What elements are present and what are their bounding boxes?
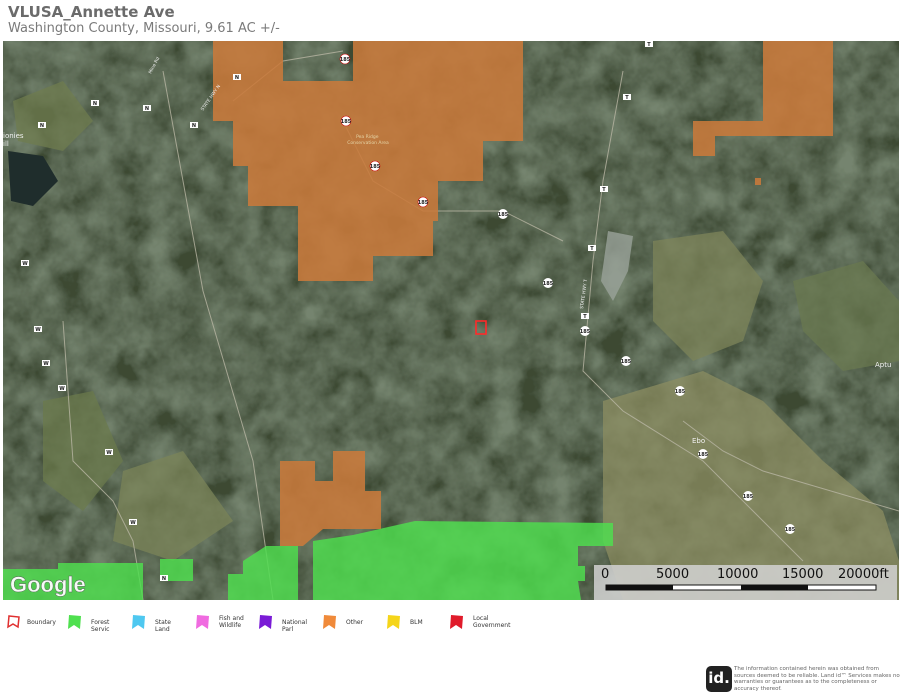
forest-parcel-tiny [578,566,585,581]
svg-text:185: 185 [621,359,632,365]
legend-label-other: Other [346,619,364,626]
land-id-logo: id. [706,666,732,692]
scale-ruler [605,584,877,591]
svg-text:N: N [235,75,239,81]
label-ionies-line2: ill [3,140,9,148]
shield-t-2: T [623,94,631,101]
svg-text:T: T [590,246,594,252]
map-canvas[interactable]: Pea Ridge Conservation Area Ebo Aptu ion… [3,41,899,600]
svg-text:185: 185 [675,389,686,395]
shield-t-5: T [581,313,589,320]
shield-w-2: W [34,326,42,333]
map-legend: Boundary Forest Servic State Land Fish a… [6,612,566,636]
svg-text:185: 185 [498,212,509,218]
shield-n-2: N [91,100,99,107]
national-park-swatch-icon [259,615,272,629]
shield-n-5: N [190,122,198,129]
local-government-swatch-icon [450,615,463,629]
shield-w-6: W [129,519,137,526]
svg-text:185: 185 [340,57,351,63]
legend-label-local-government: Local Government [473,615,511,629]
shield-w-5: W [105,449,113,456]
shield-w-1: W [21,260,29,267]
satellite-map[interactable]: Pea Ridge Conservation Area Ebo Aptu ion… [3,41,899,600]
svg-text:W: W [35,327,41,333]
shield-n-3: N [143,105,151,112]
svg-text:W: W [43,361,49,367]
svg-text:185: 185 [785,527,796,533]
svg-text:185: 185 [341,119,352,125]
fish-wildlife-swatch-icon [196,615,209,629]
svg-text:T: T [647,42,651,48]
shield-w-4: W [58,385,66,392]
scale-bar: 0 5000 10000 15000 20000ft [594,565,897,600]
svg-text:W: W [59,386,65,392]
label-pea-ridge-line2: Conservation Area [347,140,389,146]
legend-label-forest: Forest Servic [91,619,110,633]
svg-text:W: W [130,520,136,526]
svg-text:N: N [192,123,196,129]
label-ebo: Ebo [692,437,705,445]
label-aptu: Aptu [875,361,891,369]
footer: id. The information contained herein was… [706,666,900,694]
shield-n-6: N [160,575,168,582]
shield-n-4: N [38,122,46,129]
disclaimer-text: The information contained herein was obt… [734,666,900,692]
forest-swatch-icon [68,615,81,629]
shield-t-3: T [600,186,608,193]
blm-swatch-icon [387,615,400,629]
svg-text:N: N [40,123,44,129]
svg-text:185: 185 [370,164,381,170]
legend-label-blm: BLM [410,619,423,626]
svg-text:185: 185 [580,329,591,335]
legend-label-national-park: National Parl [282,619,308,633]
svg-text:T: T [625,95,629,101]
svg-text:W: W [106,450,112,456]
legend-label-boundary: Boundary [27,619,56,626]
svg-text:185: 185 [543,281,554,287]
svg-text:N: N [162,576,166,582]
map-title: VLUSA_Annette Ave [8,3,175,21]
legend-label-fish-wildlife: Fish and Wildlife [219,615,244,629]
other-swatch-icon [323,615,336,629]
shield-t-1: T [645,41,653,48]
svg-text:N: N [93,101,97,107]
svg-text:N: N [145,106,149,112]
legend-label-state-land: State Land [155,619,171,633]
parcel-small [755,178,761,185]
boundary-swatch-icon [7,615,20,629]
map-subtitle: Washington County, Missouri, 9.61 AC +/- [8,21,280,36]
shield-n-1: N [233,74,241,81]
state-land-swatch-icon [132,615,145,629]
label-ionies-line1: ionies [3,132,24,140]
shield-w-3: W [42,360,50,367]
google-attribution: Google [10,572,86,597]
svg-text:185: 185 [698,452,709,458]
svg-text:T: T [583,314,587,320]
svg-text:W: W [22,261,28,267]
svg-text:185: 185 [418,200,429,206]
svg-text:185: 185 [743,494,754,500]
svg-text:T: T [602,187,606,193]
label-pea-ridge-line1: Pea Ridge [356,134,379,140]
shield-t-4: T [588,245,596,252]
